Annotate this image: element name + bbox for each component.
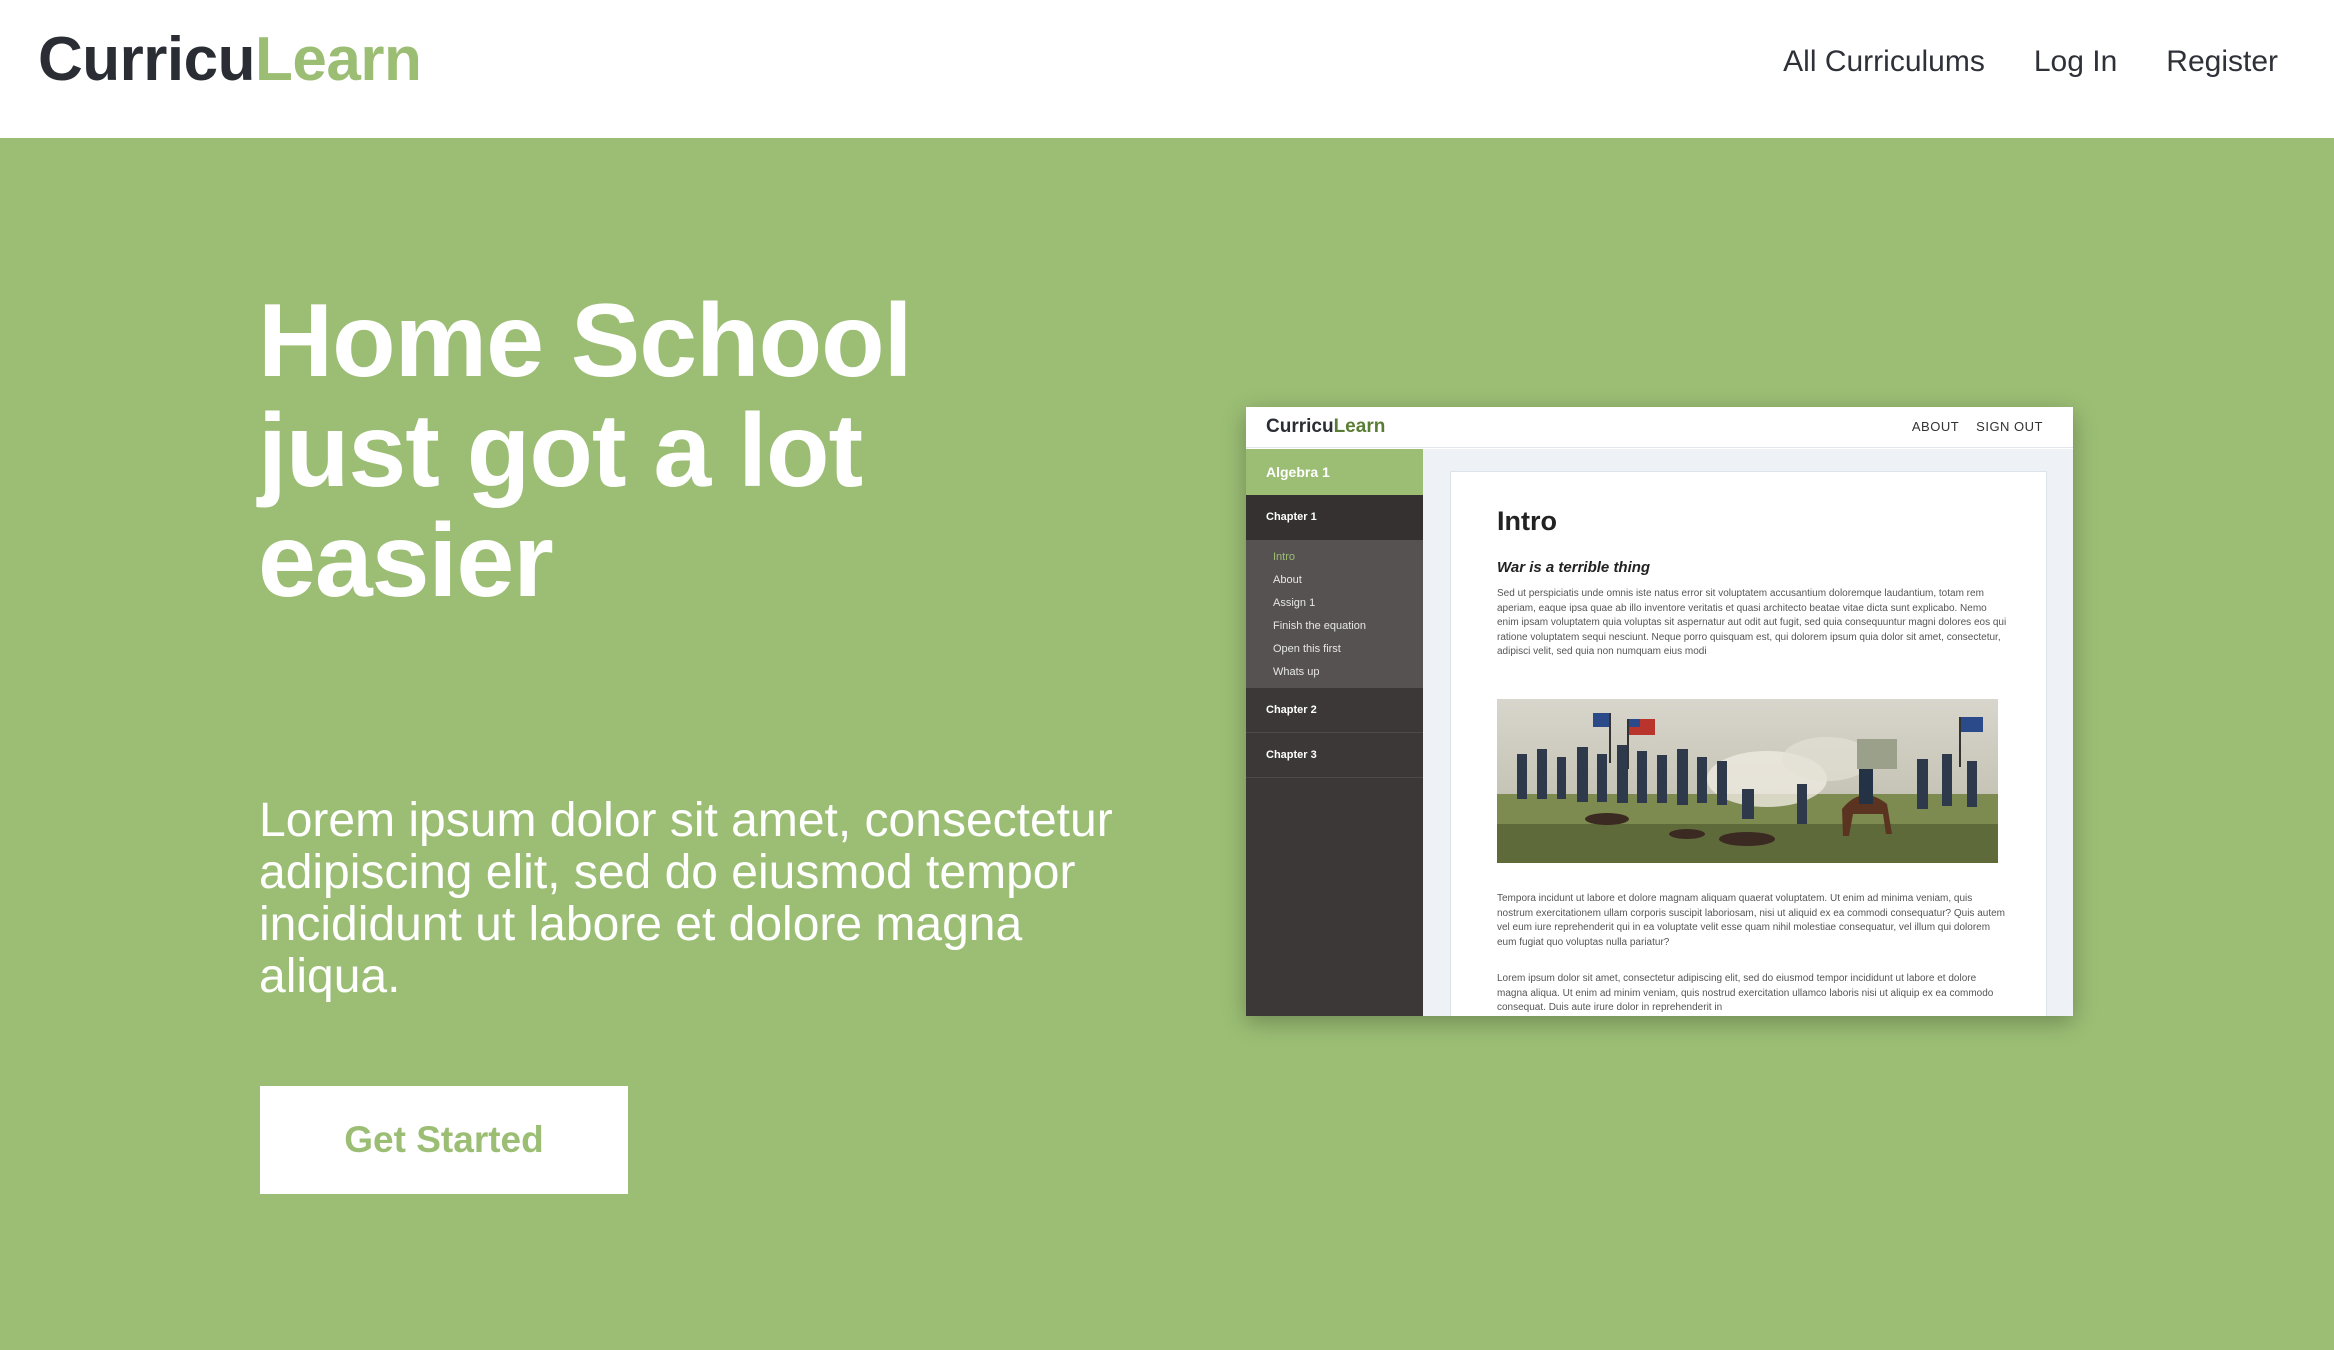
mockup-lesson-item: Intro: [1273, 551, 1296, 563]
mockup-nav: ABOUT SIGN OUT: [1912, 418, 2043, 436]
nav-log-in-link[interactable]: Log In: [2034, 42, 2117, 82]
mockup-lesson-card: Intro War is a terrible thing Sed ut per…: [1450, 471, 2047, 1016]
mockup-brand-part1: Curricu: [1266, 416, 1334, 437]
hero-headline-line2: just got a lot: [258, 393, 863, 509]
hero-subtext: Lorem ipsum dolor sit amet, consectetur …: [259, 794, 1113, 1003]
mockup-lesson-title: Intro: [1497, 506, 1557, 536]
mockup-paragraph-1: Sed ut perspiciatis unde omnis iste natu…: [1497, 588, 2007, 657]
mockup-course-title: Algebra 1: [1246, 449, 1423, 495]
mockup-lesson-item: Open this first: [1273, 643, 1341, 655]
hero-headline-line3: easier: [258, 503, 554, 619]
mockup-nav-sign-out: SIGN OUT: [1976, 419, 2043, 434]
mockup-chapter-3: Chapter 3: [1246, 733, 1423, 778]
mockup-lesson-item: Finish the equation: [1273, 620, 1366, 632]
battle-painting-image: [1497, 699, 1998, 863]
mockup-lesson-item: About: [1273, 574, 1302, 586]
get-started-button[interactable]: Get Started: [260, 1086, 628, 1194]
brand-logo-part1: Curricu: [38, 25, 255, 94]
brand-logo[interactable]: CurricuLearn: [38, 24, 422, 96]
mockup-topbar: CurricuLearn ABOUT SIGN OUT: [1246, 407, 2073, 448]
top-navbar: CurricuLearn All Curriculums Log In Regi…: [0, 0, 2334, 138]
mockup-paragraph-2: Tempora incidunt ut labore et dolore mag…: [1497, 893, 2006, 948]
mockup-content-area: Intro War is a terrible thing Sed ut per…: [1423, 449, 2073, 1016]
mockup-chapter-2: Chapter 2: [1246, 688, 1423, 733]
mockup-chapter-1: Chapter 1: [1246, 495, 1423, 540]
mockup-nav-about: ABOUT: [1911, 419, 1960, 434]
hero-headline: Home School just got a lot easier: [258, 286, 1018, 616]
mockup-lesson-list: Intro About Assign 1 Finish the equation…: [1246, 540, 1423, 688]
nav-register-link[interactable]: Register: [2166, 42, 2278, 82]
brand-logo-part2: Learn: [254, 25, 422, 94]
mockup-lesson-item: Whats up: [1273, 666, 1320, 678]
mockup-paragraph-3: Lorem ipsum dolor sit amet, consectetur …: [1497, 973, 1994, 1013]
nav-all-curriculums-link[interactable]: All Curriculums: [1783, 42, 1985, 82]
mockup-lesson-item: Assign 1: [1273, 597, 1316, 609]
mockup-brand-logo: CurricuLearn: [1266, 415, 1385, 439]
mockup-lesson-subtitle: War is a terrible thing: [1497, 559, 1651, 576]
mockup-sidebar: Algebra 1 Chapter 1 Intro About Assign 1…: [1246, 449, 1423, 1016]
mockup-brand-part2: Learn: [1333, 416, 1386, 437]
main-nav: All Curriculums Log In Register: [1783, 42, 2278, 82]
app-preview-mockup: CurricuLearn ABOUT SIGN OUT Algebra 1 Ch…: [1246, 407, 2073, 1016]
hero-headline-line1: Home School: [258, 283, 913, 399]
